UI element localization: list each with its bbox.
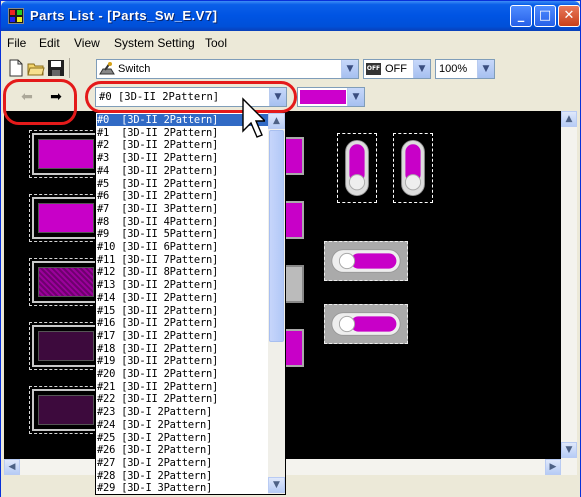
- status-bar: [1, 477, 580, 497]
- minimize-button[interactable]: _: [510, 5, 532, 27]
- save-icon[interactable]: [47, 59, 65, 77]
- zoom-select-value: 100%: [439, 63, 468, 75]
- dropdown-item[interactable]: #28 [3D-I 2Pattern]: [97, 470, 212, 482]
- title-bar[interactable]: Parts List - [Parts_Sw_E.V7] _ □ ✕: [1, 1, 580, 31]
- parts-list-window: Parts List - [Parts_Sw_E.V7] _ □ ✕ File …: [0, 0, 581, 497]
- scroll-thumb[interactable]: [269, 130, 284, 342]
- toggle-switch-horizontal[interactable]: [324, 241, 408, 281]
- chevron-down-icon[interactable]: ▼: [477, 60, 494, 78]
- menu-file[interactable]: File: [7, 36, 26, 50]
- toggle-horizontal-icon: [331, 312, 401, 336]
- pattern-dropdown-list[interactable]: #0 [3D-II 2Pattern] #1 [3D-II 2Pattern] #2…: [95, 112, 286, 495]
- dropdown-item[interactable]: #10 [3D-II 6Pattern]: [97, 241, 218, 253]
- dropdown-item[interactable]: #11 [3D-II 7Pattern]: [97, 254, 218, 266]
- dropdown-item[interactable]: #27 [3D-I 2Pattern]: [97, 457, 212, 469]
- menu-edit[interactable]: Edit: [39, 36, 60, 50]
- part-partial[interactable]: [284, 265, 304, 303]
- zoom-select[interactable]: 100% ▼: [435, 59, 495, 79]
- state-select-value: OFF: [385, 63, 407, 75]
- part-rect-switch[interactable]: [29, 322, 103, 370]
- state-icon: OFF: [366, 63, 381, 75]
- window-title: Parts List - [Parts_Sw_E.V7]: [30, 8, 218, 23]
- scroll-up-icon[interactable]: ▲: [561, 111, 577, 127]
- dropdown-item[interactable]: #5 [3D-II 2Pattern]: [97, 178, 218, 190]
- dropdown-item[interactable]: #4 [3D-II 2Pattern]: [97, 165, 218, 177]
- part-partial[interactable]: [284, 137, 304, 175]
- scroll-left-icon[interactable]: ◀: [4, 459, 20, 475]
- switch-icon: [99, 62, 115, 75]
- part-rect-switch[interactable]: [29, 258, 103, 306]
- toggle-switch-vertical[interactable]: [337, 133, 377, 203]
- part-partial[interactable]: [284, 201, 304, 239]
- dropdown-item[interactable]: #15 [3D-II 2Pattern]: [97, 305, 218, 317]
- toggle-switch-horizontal[interactable]: [324, 304, 408, 344]
- highlight-ellipse-nav: [3, 79, 77, 125]
- menu-system-setting[interactable]: System Setting: [114, 36, 195, 50]
- scroll-down-icon[interactable]: ▼: [561, 442, 577, 458]
- dropdown-item[interactable]: #29 [3D-I 3Pattern]: [97, 482, 212, 494]
- dropdown-item[interactable]: #2 [3D-II 2Pattern]: [97, 139, 218, 151]
- dropdown-scrollbar[interactable]: ▲ ▼: [268, 113, 285, 494]
- dropdown-item[interactable]: #17 [3D-II 2Pattern]: [97, 330, 218, 342]
- app-icon: [8, 8, 24, 24]
- mouse-cursor-icon: [242, 97, 265, 138]
- category-select[interactable]: Switch ▼: [96, 59, 359, 79]
- dropdown-item[interactable]: #21 [3D-II 2Pattern]: [97, 381, 218, 393]
- dropdown-item[interactable]: #16 [3D-II 2Pattern]: [97, 317, 218, 329]
- dropdown-item[interactable]: #8 [3D-II 4Pattern]: [97, 216, 218, 228]
- dropdown-item[interactable]: #22 [3D-II 2Pattern]: [97, 393, 218, 405]
- toggle-horizontal-icon: [331, 249, 401, 273]
- dropdown-item[interactable]: #1 [3D-II 2Pattern]: [97, 127, 218, 139]
- dropdown-item[interactable]: #6 [3D-II 2Pattern]: [97, 190, 218, 202]
- part-partial[interactable]: [284, 329, 304, 367]
- dropdown-item[interactable]: #20 [3D-II 2Pattern]: [97, 368, 218, 380]
- part-rect-switch[interactable]: [29, 194, 103, 242]
- chevron-down-icon[interactable]: ▼: [341, 60, 358, 78]
- part-rect-switch[interactable]: [29, 386, 103, 434]
- dropdown-item[interactable]: #3 [3D-II 2Pattern]: [97, 152, 218, 164]
- dropdown-item[interactable]: #14 [3D-II 2Pattern]: [97, 292, 218, 304]
- dropdown-item[interactable]: #24 [3D-I 2Pattern]: [97, 419, 212, 431]
- toolbar-separator: [69, 58, 70, 78]
- menu-tool[interactable]: Tool: [205, 36, 227, 50]
- toggle-vertical-icon: [401, 139, 425, 197]
- dropdown-item[interactable]: #23 [3D-I 2Pattern]: [97, 406, 212, 418]
- dropdown-item[interactable]: #25 [3D-I 2Pattern]: [97, 432, 212, 444]
- chevron-down-icon[interactable]: ▼: [347, 88, 364, 106]
- category-select-value: Switch: [118, 63, 151, 75]
- close-button[interactable]: ✕: [558, 5, 580, 27]
- maximize-button[interactable]: □: [534, 5, 556, 27]
- menu-bar: File Edit View System Setting Tool: [1, 31, 580, 53]
- dropdown-item[interactable]: #18 [3D-II 2Pattern]: [97, 343, 218, 355]
- menu-view[interactable]: View: [74, 36, 100, 50]
- new-file-icon[interactable]: [7, 59, 25, 77]
- scroll-up-icon[interactable]: ▲: [268, 113, 285, 129]
- toggle-switch-vertical[interactable]: [393, 133, 433, 203]
- color-select[interactable]: ▼: [297, 87, 365, 107]
- chevron-down-icon[interactable]: ▼: [413, 60, 430, 78]
- dropdown-item[interactable]: #7 [3D-II 3Pattern]: [97, 203, 218, 215]
- dropdown-item[interactable]: #9 [3D-II 5Pattern]: [97, 228, 218, 240]
- dropdown-item[interactable]: #13 [3D-II 2Pattern]: [97, 279, 218, 291]
- dropdown-item[interactable]: #26 [3D-I 2Pattern]: [97, 444, 212, 456]
- dropdown-item[interactable]: #19 [3D-II 2Pattern]: [97, 355, 218, 367]
- highlight-ellipse-pattern: [85, 81, 297, 113]
- horizontal-scrollbar[interactable]: ◀ ▶: [4, 459, 577, 475]
- main-toolbar: Switch ▼ OFF OFF ▼ 100% ▼: [1, 56, 580, 82]
- scroll-right-icon[interactable]: ▶: [545, 459, 561, 475]
- state-select[interactable]: OFF OFF ▼: [363, 59, 431, 79]
- part-rect-switch[interactable]: [29, 130, 103, 178]
- open-folder-icon[interactable]: [27, 59, 45, 77]
- color-swatch: [300, 90, 346, 104]
- scroll-down-icon[interactable]: ▼: [268, 477, 285, 493]
- parts-canvas[interactable]: [4, 111, 577, 459]
- toggle-vertical-icon: [345, 139, 369, 197]
- dropdown-item[interactable]: #12 [3D-II 8Pattern]: [97, 266, 218, 278]
- vertical-scrollbar[interactable]: ▲ ▼: [561, 111, 577, 474]
